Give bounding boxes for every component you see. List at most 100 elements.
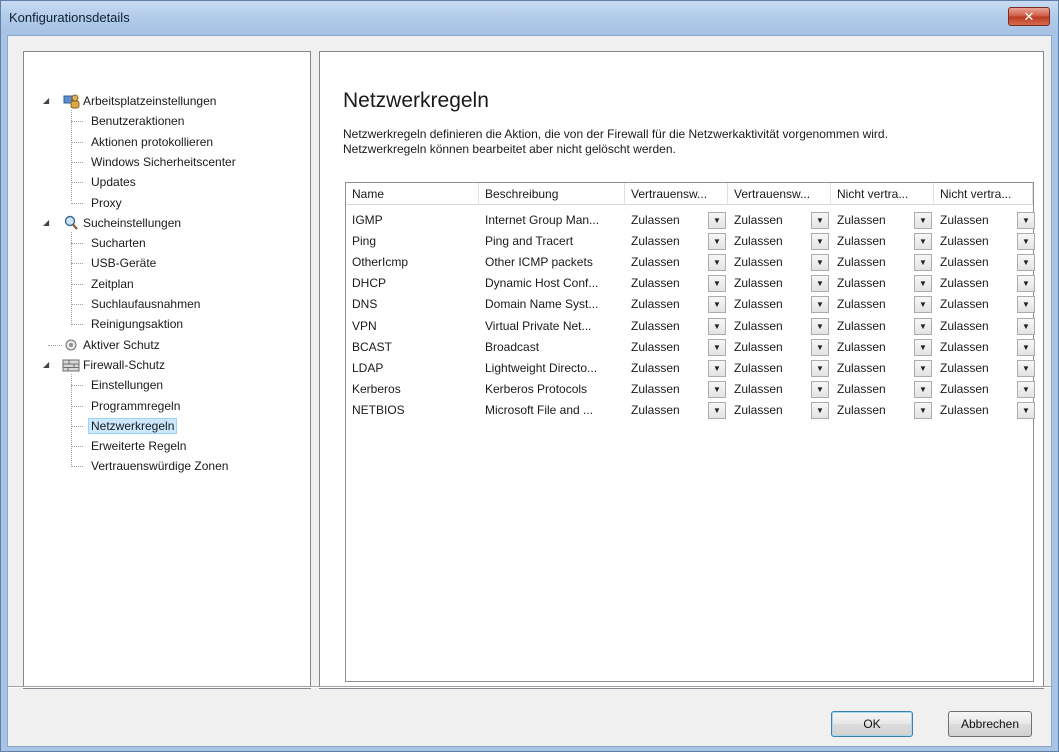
action-select[interactable]: Zulassen ▼ [728, 401, 830, 420]
action-select[interactable]: Zulassen ▼ [831, 338, 933, 357]
chevron-down-icon[interactable]: ▼ [811, 338, 829, 356]
chevron-down-icon[interactable]: ▼ [811, 233, 829, 251]
chevron-down-icon[interactable]: ▼ [914, 338, 932, 356]
tree-item-3-4[interactable]: Vertrauenswürdige Zonen [88, 457, 231, 475]
action-select[interactable]: Zulassen ▼ [625, 380, 727, 399]
tree-expander-icon[interactable]: ◢ [43, 214, 52, 232]
tree-item-0-0[interactable]: Benutzeraktionen [88, 112, 187, 130]
table-row[interactable]: Kerberos Kerberos Protocols Zulassen ▼ Zulas… [346, 379, 1036, 400]
action-select[interactable]: Zulassen ▼ [728, 274, 830, 293]
column-header-0[interactable]: Name [346, 183, 479, 205]
chevron-down-icon[interactable]: ▼ [811, 359, 829, 377]
action-select[interactable]: Zulassen ▼ [728, 317, 830, 336]
table-row[interactable]: OtherIcmp Other ICMP packets Zulassen ▼ Zula… [346, 252, 1036, 273]
chevron-down-icon[interactable]: ▼ [708, 212, 726, 229]
table-row[interactable]: Ping Ping and Tracert Zulassen ▼ Zulassen ▼ Zu… [346, 231, 1036, 252]
action-select[interactable]: Zulassen ▼ [728, 338, 830, 357]
tree-item-1-4[interactable]: Reinigungsaktion [88, 315, 186, 333]
chevron-down-icon[interactable]: ▼ [708, 401, 726, 419]
tree-item-3-1[interactable]: Programmregeln [88, 397, 183, 415]
action-select[interactable]: Zulassen ▼ [625, 253, 727, 272]
chevron-down-icon[interactable]: ▼ [914, 317, 932, 335]
tree-item-0-4[interactable]: Proxy [88, 194, 125, 212]
chevron-down-icon[interactable]: ▼ [1017, 296, 1035, 314]
action-select[interactable]: Zulassen ▼ [934, 274, 1036, 293]
chevron-down-icon[interactable]: ▼ [708, 275, 726, 293]
action-select[interactable]: Zulassen ▼ [831, 401, 933, 420]
table-row[interactable]: DNS Domain Name Syst... Zulassen ▼ Zulassen ▼… [346, 294, 1036, 315]
tree-group-3[interactable]: Firewall-Schutz [80, 356, 168, 374]
title-bar[interactable]: Konfigurationsdetails ✕ [1, 1, 1058, 35]
table-row[interactable]: IGMP Internet Group Man... Zulassen ▼ Zulass… [346, 210, 1035, 231]
chevron-down-icon[interactable]: ▼ [708, 359, 726, 377]
close-button[interactable]: ✕ [1008, 7, 1050, 26]
chevron-down-icon[interactable]: ▼ [914, 275, 932, 293]
action-select[interactable]: Zulassen ▼ [728, 295, 830, 314]
column-header-1[interactable]: Beschreibung [479, 183, 625, 205]
tree-group-0[interactable]: Arbeitsplatzeinstellungen [80, 92, 219, 110]
action-select[interactable]: Zulassen ▼ [831, 274, 933, 293]
action-select[interactable]: Zulassen ▼ [728, 253, 830, 272]
chevron-down-icon[interactable]: ▼ [914, 380, 932, 398]
tree-item-0-1[interactable]: Aktionen protokollieren [88, 133, 216, 151]
chevron-down-icon[interactable]: ▼ [708, 254, 726, 272]
chevron-down-icon[interactable]: ▼ [1017, 359, 1035, 377]
action-select[interactable]: Zulassen ▼ [728, 232, 830, 251]
chevron-down-icon[interactable]: ▼ [811, 212, 829, 229]
column-header-4[interactable]: Nicht vertra... [831, 183, 934, 205]
action-select[interactable]: Zulassen ▼ [831, 253, 933, 272]
tree-group-2[interactable]: Aktiver Schutz [80, 336, 163, 354]
action-select[interactable]: Zulassen ▼ [625, 295, 727, 314]
chevron-down-icon[interactable]: ▼ [1017, 338, 1035, 356]
chevron-down-icon[interactable]: ▼ [1017, 233, 1035, 251]
chevron-down-icon[interactable]: ▼ [708, 317, 726, 335]
table-row[interactable]: NETBIOS Microsoft File and ... Zulassen ▼ Zu… [346, 400, 1036, 421]
ok-button[interactable]: OK [831, 711, 913, 737]
tree-item-3-0[interactable]: Einstellungen [88, 376, 166, 394]
action-select[interactable]: Zulassen ▼ [934, 401, 1036, 420]
action-select[interactable]: Zulassen ▼ [831, 359, 933, 378]
chevron-down-icon[interactable]: ▼ [1017, 380, 1035, 398]
chevron-down-icon[interactable]: ▼ [914, 296, 932, 314]
chevron-down-icon[interactable]: ▼ [708, 296, 726, 314]
action-select[interactable]: Zulassen ▼ [728, 359, 830, 378]
tree-item-1-3[interactable]: Suchlaufausnahmen [88, 295, 203, 313]
tree-item-3-2[interactable]: Netzwerkregeln [88, 417, 178, 435]
action-select[interactable]: Zulassen ▼ [625, 211, 727, 230]
tree-item-0-2[interactable]: Windows Sicherheitscenter [88, 153, 239, 171]
table-row[interactable]: LDAP Lightweight Directo... Zulassen ▼ Zulas… [346, 358, 1036, 379]
chevron-down-icon[interactable]: ▼ [1017, 275, 1035, 293]
table-row[interactable]: BCAST Broadcast Zulassen ▼ Zulassen ▼ Zulassen… [346, 337, 1036, 358]
chevron-down-icon[interactable]: ▼ [811, 317, 829, 335]
chevron-down-icon[interactable]: ▼ [914, 401, 932, 419]
action-select[interactable]: Zulassen ▼ [934, 232, 1036, 251]
column-header-3[interactable]: Vertrauensw... [728, 183, 831, 205]
chevron-down-icon[interactable]: ▼ [708, 233, 726, 251]
action-select[interactable]: Zulassen ▼ [831, 317, 933, 336]
cancel-button[interactable]: Abbrechen [948, 711, 1032, 737]
column-header-2[interactable]: Vertrauensw... [625, 183, 728, 205]
action-select[interactable]: Zulassen ▼ [934, 295, 1036, 314]
column-header-5[interactable]: Nicht vertra... [934, 183, 1033, 205]
chevron-down-icon[interactable]: ▼ [914, 212, 932, 229]
action-select[interactable]: Zulassen ▼ [728, 380, 830, 399]
action-select[interactable]: Zulassen ▼ [934, 359, 1036, 378]
chevron-down-icon[interactable]: ▼ [811, 254, 829, 272]
action-select[interactable]: Zulassen ▼ [934, 380, 1036, 399]
action-select[interactable]: Zulassen ▼ [934, 317, 1036, 336]
table-row[interactable]: DHCP Dynamic Host Conf... Zulassen ▼ Zulasse… [346, 273, 1036, 294]
navigation-tree[interactable]: ◢ Arbeitsplatzeinstellungen Benutzeraktion… [23, 51, 311, 689]
action-select[interactable]: Zulassen ▼ [831, 211, 933, 230]
action-select[interactable]: Zulassen ▼ [831, 380, 933, 399]
chevron-down-icon[interactable]: ▼ [811, 296, 829, 314]
chevron-down-icon[interactable]: ▼ [1017, 401, 1035, 419]
tree-expander-icon[interactable]: ◢ [43, 92, 52, 110]
tree-item-3-3[interactable]: Erweiterte Regeln [88, 437, 189, 455]
action-select[interactable]: Zulassen ▼ [728, 211, 830, 230]
table-row[interactable]: VPN Virtual Private Net... Zulassen ▼ Zulass… [346, 316, 1036, 337]
tree-item-0-3[interactable]: Updates [88, 173, 139, 191]
action-select[interactable]: Zulassen ▼ [934, 338, 1036, 357]
action-select[interactable]: Zulassen ▼ [625, 359, 727, 378]
tree-expander-icon[interactable]: ◢ [43, 356, 52, 374]
action-select[interactable]: Zulassen ▼ [934, 253, 1036, 272]
